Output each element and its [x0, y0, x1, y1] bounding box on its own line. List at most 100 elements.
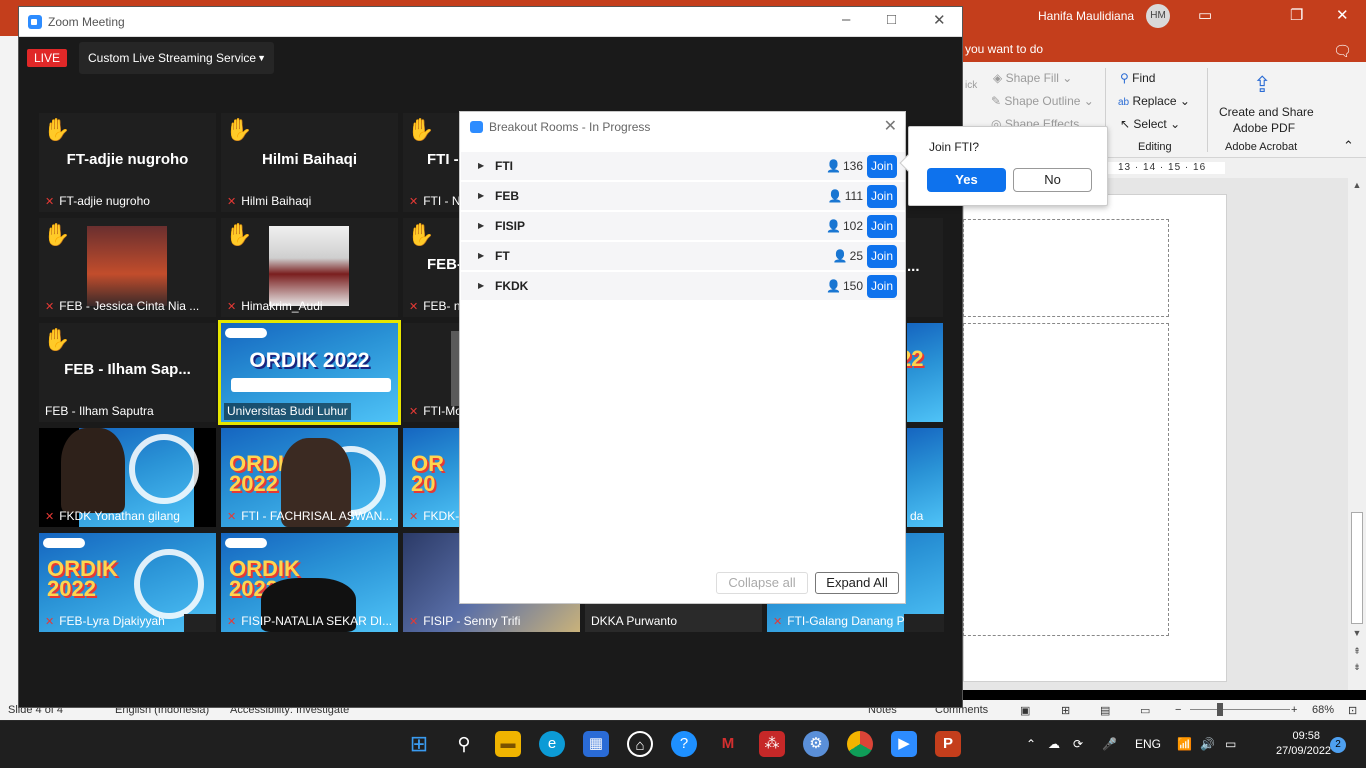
participant-tile[interactable]: OR20 FKDK- [403, 428, 459, 527]
create-share-label[interactable]: Create and Share [1219, 105, 1314, 119]
participant-name-large: ... [907, 258, 920, 275]
participant-tile[interactable]: ✋ FEB - Jessica Cinta Nia ... [39, 218, 216, 317]
prev-slide-icon[interactable]: ⇞ [1348, 646, 1366, 657]
shape-outline-button[interactable]: ✎ Shape Outline ⌄ [991, 94, 1094, 108]
participant-tile[interactable]: 22 [907, 323, 943, 422]
control-panel-icon[interactable]: ⚙ [803, 731, 829, 757]
close-icon[interactable]: ✕ [884, 116, 897, 136]
restore-icon[interactable]: ❐ [1290, 6, 1303, 24]
sync-icon[interactable]: ⟳ [1073, 737, 1083, 751]
participant-tile[interactable]: ✋ FT-adjie nugroho FT-adjie nugroho [39, 113, 216, 212]
wifi-icon[interactable]: 📶 [1177, 737, 1192, 751]
slide-sorter-icon[interactable]: ⊞ [1061, 704, 1070, 717]
app-icon[interactable]: ⁂ [759, 731, 785, 757]
collapse-all-button[interactable]: Collapse all [716, 572, 808, 594]
scroll-down-icon[interactable]: ▼ [1348, 628, 1366, 638]
zoom-slider-thumb[interactable] [1217, 703, 1223, 716]
clock[interactable]: 09:58 27/09/2022 [1276, 729, 1331, 759]
mcafee-icon[interactable]: M [715, 731, 741, 757]
join-button[interactable]: Join [867, 185, 897, 208]
create-pdf-icon[interactable]: ⇪ [1253, 72, 1271, 98]
input-language[interactable]: ENG [1135, 737, 1161, 751]
notification-badge[interactable]: 2 [1330, 737, 1346, 753]
participant-caption: FKDK- [406, 508, 459, 525]
join-button[interactable]: Join [867, 245, 897, 268]
fit-slide-icon[interactable]: ⊡ [1348, 704, 1357, 717]
participant-caption: FTI - N [406, 193, 464, 210]
adobe-pdf-label[interactable]: Adobe PDF [1233, 121, 1295, 135]
store-icon[interactable]: ▦ [583, 731, 609, 757]
zoom-taskbar-icon[interactable]: ▶ [891, 731, 917, 757]
help-icon[interactable]: ? [671, 731, 697, 757]
participant-tile[interactable]: da [907, 428, 943, 527]
tell-me-search[interactable]: you want to do 🗨 [963, 36, 1366, 62]
live-badge[interactable]: LIVE [27, 49, 67, 67]
expand-all-button[interactable]: Expand All [815, 572, 899, 594]
edge-icon[interactable]: e [539, 731, 565, 757]
battery-icon[interactable]: ▭ [1225, 737, 1236, 751]
join-button[interactable]: Join [867, 275, 897, 298]
zoom-in-icon[interactable]: + [1291, 704, 1297, 716]
expand-arrow-icon[interactable]: ▶ [478, 161, 484, 170]
chrome-icon[interactable] [847, 731, 873, 757]
find-button[interactable]: ⚲ Find [1120, 71, 1155, 85]
zoom-level[interactable]: 68% [1312, 704, 1334, 716]
collapse-ribbon-icon[interactable]: ⌃ [1343, 138, 1354, 154]
weather-icon[interactable]: ☁ [1048, 737, 1060, 751]
replace-button[interactable]: ab Replace ⌄ [1118, 94, 1190, 108]
participant-caption: FEB - Jessica Cinta Nia ... [42, 298, 202, 315]
breakout-room-row[interactable]: ▶ FKDK 👤 150 Join [461, 272, 905, 301]
shape-fill-button[interactable]: ◈ Shape Fill ⌄ [993, 71, 1072, 85]
file-explorer-icon[interactable]: ▬ [495, 731, 521, 757]
expand-arrow-icon[interactable]: ▶ [478, 251, 484, 260]
select-button[interactable]: ↖ Select ⌄ [1120, 117, 1180, 131]
ribbon-display-icon[interactable]: ▭ [1198, 6, 1212, 24]
powerpoint-taskbar-icon[interactable]: P [935, 731, 961, 757]
breakout-room-row[interactable]: ▶ FT 👤 25 Join [461, 242, 905, 271]
participant-tile[interactable]: ORDIK2022 FISIP-NATALIA SEKAR DI... [221, 533, 398, 632]
expand-arrow-icon[interactable]: ▶ [478, 281, 484, 290]
participant-tile[interactable]: ... [907, 218, 943, 317]
close-icon[interactable]: ✕ [1336, 6, 1349, 24]
close-icon[interactable]: ✕ [933, 11, 946, 29]
minimize-icon[interactable]: – [842, 11, 850, 28]
microphone-icon[interactable]: 🎤 [1102, 737, 1117, 751]
no-button[interactable]: No [1013, 168, 1092, 192]
participant-tile[interactable]: FTI-Mo [403, 323, 459, 422]
expand-arrow-icon[interactable]: ▶ [478, 221, 484, 230]
expand-arrow-icon[interactable]: ▶ [478, 191, 484, 200]
volume-icon[interactable]: 🔊 [1200, 737, 1215, 751]
maximize-icon[interactable]: □ [887, 11, 896, 28]
slideshow-icon[interactable]: ▭ [1140, 704, 1150, 717]
participant-tile[interactable]: ORDIK2022 FTI - FACHRISAL ASWAN... [221, 428, 398, 527]
scroll-up-icon[interactable]: ▲ [1348, 180, 1366, 190]
breakout-room-row[interactable]: ▶ FTI 👤 136 Join [461, 152, 905, 181]
account-name[interactable]: Hanifa Maulidiana [1038, 9, 1134, 23]
slide[interactable] [963, 194, 1227, 682]
app-icon[interactable]: ⌂ [627, 731, 653, 757]
windows-start-icon[interactable]: ⊞ [406, 731, 432, 757]
participant-tile-active-speaker[interactable]: ORDIK 2022 Universitas Budi Luhur [218, 320, 401, 425]
reading-view-icon[interactable]: ▤ [1100, 704, 1110, 717]
search-icon[interactable]: ⚲ [451, 731, 477, 757]
account-avatar[interactable]: HM [1146, 4, 1170, 28]
streaming-service-dropdown[interactable]: Custom Live Streaming Service ▼ [79, 42, 274, 74]
participant-tile[interactable]: FKDK Yonathan gilang [39, 428, 216, 527]
breakout-room-row[interactable]: ▶ FEB 👤 111 Join [461, 182, 905, 211]
participant-tile[interactable]: ✋ Himakrim_Audi [221, 218, 398, 317]
scroll-thumb[interactable] [1351, 512, 1363, 624]
yes-button[interactable]: Yes [927, 168, 1006, 192]
normal-view-icon[interactable]: ▣ [1020, 704, 1030, 717]
participant-tile[interactable]: ✋ FEB - Ilham Sap... FEB - Ilham Saputra [39, 323, 216, 422]
zoom-out-icon[interactable]: − [1175, 704, 1181, 716]
join-button[interactable]: Join [867, 215, 897, 238]
show-hidden-icons[interactable]: ⌃ [1026, 737, 1036, 751]
participant-tile[interactable]: ORDIK2022 FEB-Lyra Djakiyyah [39, 533, 216, 632]
zoom-slider[interactable] [1190, 709, 1290, 710]
breakout-room-row[interactable]: ▶ FISIP 👤 102 Join [461, 212, 905, 241]
title-placeholder[interactable] [963, 219, 1169, 317]
content-placeholder[interactable] [963, 323, 1169, 636]
next-slide-icon[interactable]: ⇟ [1348, 662, 1366, 673]
participant-tile[interactable]: ✋ Hilmi Baihaqi Hilmi Baihaqi [221, 113, 398, 212]
join-button[interactable]: Join [867, 155, 897, 178]
